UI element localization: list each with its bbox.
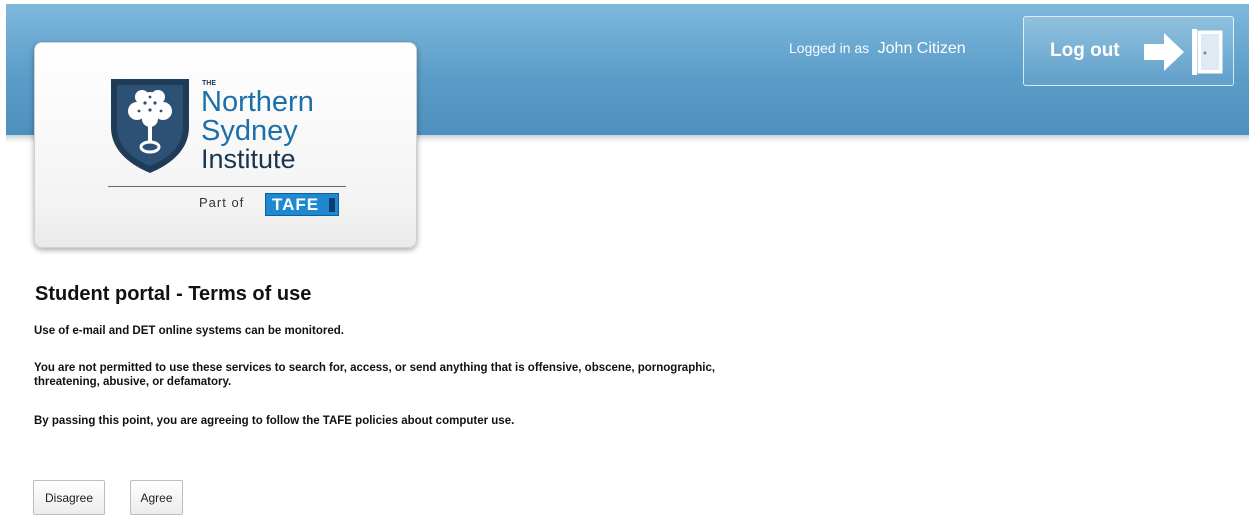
- logged-in-info: Logged in as John Citizen: [789, 40, 966, 58]
- disagree-button[interactable]: Disagree: [33, 480, 105, 515]
- logout-label: Log out: [1050, 40, 1120, 61]
- tafe-badge: TAFE: [265, 193, 339, 216]
- logo-sydney: Sydney: [201, 115, 298, 147]
- logo-institute: Institute: [201, 144, 296, 174]
- tafe-badge-label: TAFE: [272, 195, 320, 214]
- logout-button[interactable]: Log out: [1023, 16, 1234, 86]
- page-title: Student portal - Terms of use: [35, 283, 312, 305]
- terms-paragraph-prohibited: You are not permitted to use these servi…: [34, 362, 716, 388]
- agree-button[interactable]: Agree: [130, 480, 183, 515]
- shield-tree-icon: [111, 79, 189, 173]
- logo-part-of: Part of: [199, 195, 245, 210]
- institute-logo-card: THE Northern Sydney Institute Part of TA…: [34, 42, 417, 248]
- terms-paragraph-agreement: By passing this point, you are agreeing …: [34, 415, 515, 427]
- user-name: John Citizen: [877, 40, 966, 57]
- logo-divider: [108, 186, 346, 187]
- terms-paragraph-monitoring: Use of e-mail and DET online systems can…: [34, 325, 344, 337]
- exit-door-icon: [1144, 29, 1223, 75]
- logged-in-prefix: Logged in as: [789, 40, 870, 56]
- logo-northern: Northern: [201, 86, 314, 118]
- tafe-badge-stripe: [329, 198, 335, 212]
